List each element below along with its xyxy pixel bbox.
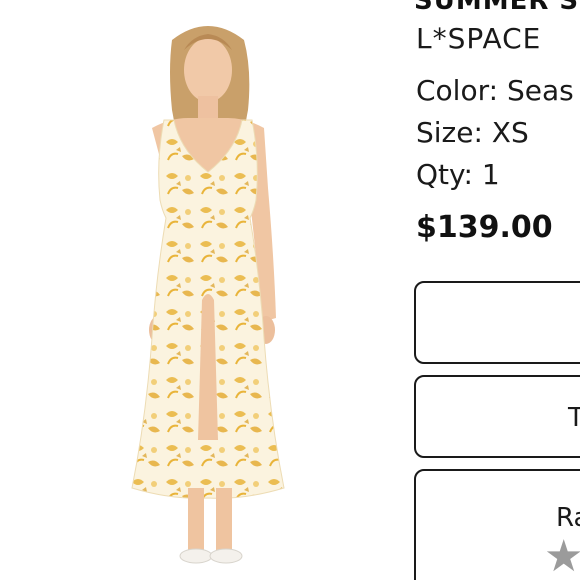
product-price: $139.00	[416, 210, 553, 245]
product-page: SUMMER S L*SPACE Color: Seas Size: XS Qt…	[0, 0, 580, 580]
star-icon: ★	[544, 531, 580, 580]
product-title[interactable]: SUMMER S	[414, 0, 579, 16]
action-button-secondary-label: T	[568, 403, 580, 433]
brand-name[interactable]: L*SPACE	[416, 22, 541, 55]
size-attribute: Size: XS	[416, 116, 529, 149]
action-button-secondary[interactable]: T	[414, 375, 580, 458]
rating-button-label: Ra	[556, 503, 580, 533]
action-button-primary[interactable]	[414, 281, 580, 364]
model-dress-photo	[131, 26, 285, 564]
quantity-attribute: Qty: 1	[416, 158, 500, 191]
color-attribute: Color: Seas	[416, 74, 574, 107]
rating-button[interactable]: Ra ★	[414, 469, 580, 580]
product-image[interactable]	[60, 0, 360, 580]
product-info: SUMMER S L*SPACE Color: Seas Size: XS Qt…	[414, 0, 580, 580]
